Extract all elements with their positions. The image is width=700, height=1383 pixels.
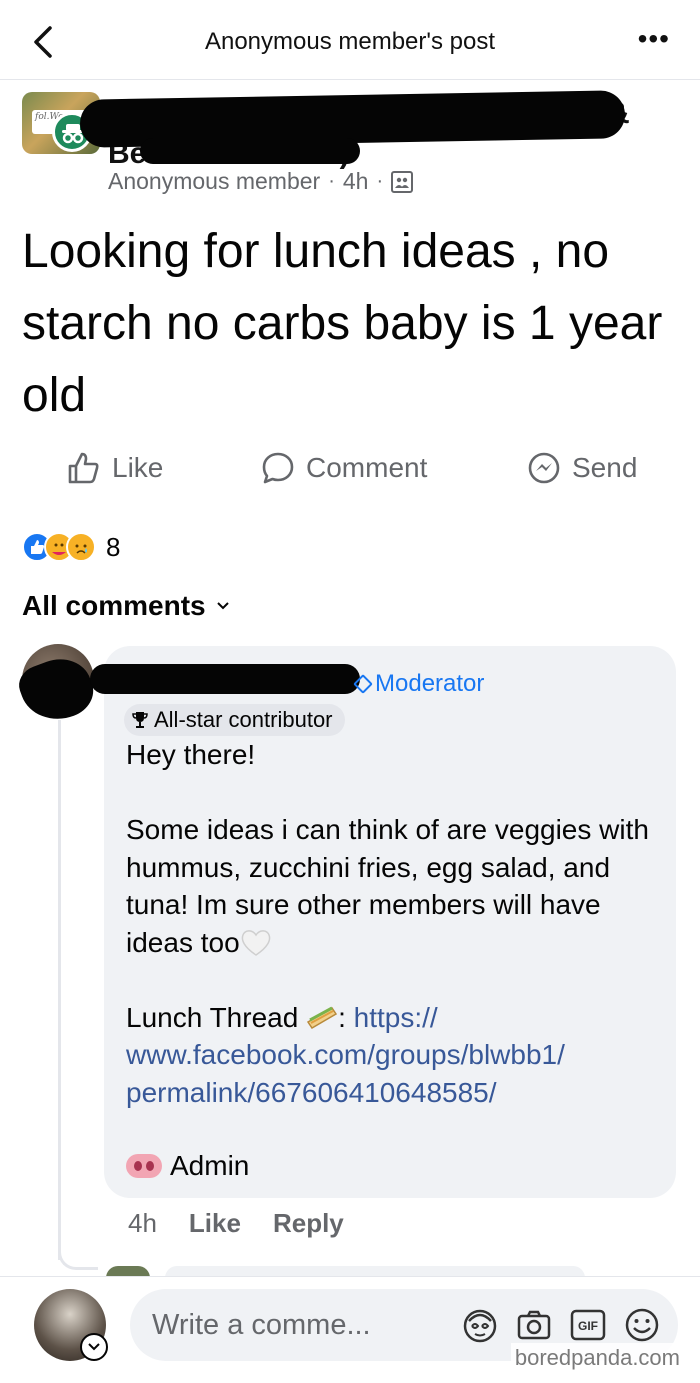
separator-dot: · <box>376 170 384 192</box>
watermark: boredpanda.com <box>510 1343 684 1373</box>
allstar-badge[interactable]: All-star contributor <box>124 704 345 736</box>
thread-curve <box>58 1250 98 1270</box>
sad-reaction-icon <box>66 532 96 562</box>
more-options-icon[interactable]: ••• <box>638 25 670 53</box>
moderator-icon <box>353 674 373 694</box>
comment-bubble-icon <box>262 452 294 484</box>
moderator-badge[interactable]: Moderator <box>353 670 485 698</box>
send-button[interactable]: Send <box>526 450 637 486</box>
top-bar: Anonymous member's post ••• <box>0 0 700 80</box>
comment-label: Comment <box>306 452 428 483</box>
comment-placeholder: Write a comme... <box>152 1309 371 1341</box>
comment-ideas: Some ideas i can think of are veggies wi… <box>126 811 666 961</box>
comment-thread: Lunch Thread : https:// www.facebook.com… <box>126 999 666 1112</box>
thumbs-up-icon <box>68 452 99 484</box>
comment-body: Hey there! Some ideas i can think of are… <box>126 736 666 1149</box>
reaction-count: 8 <box>106 531 121 562</box>
comment-meta: 4h Like Reply <box>128 1208 344 1239</box>
like-button[interactable]: Like <box>66 450 163 486</box>
moderator-label: Moderator <box>375 670 485 697</box>
redaction-mark <box>140 138 360 164</box>
signature-text: Admin <box>170 1150 250 1181</box>
comment-like-button[interactable]: Like <box>189 1208 241 1239</box>
like-label: Like <box>112 452 164 483</box>
comments-filter[interactable]: All comments <box>22 590 230 622</box>
separator-dot: · <box>328 170 335 192</box>
post-text: Looking for lunch ideas , no starch no c… <box>22 225 663 422</box>
chevron-down-icon[interactable] <box>80 1333 108 1361</box>
send-label: Send <box>572 452 638 483</box>
post-time[interactable]: 4h <box>343 168 369 195</box>
post-author[interactable]: Anonymous member <box>108 168 320 195</box>
gif-icon[interactable]: GIF <box>568 1305 608 1345</box>
comment-time[interactable]: 4h <box>128 1208 157 1239</box>
comment-button[interactable]: Comment <box>260 450 427 486</box>
trophy-icon <box>132 712 148 728</box>
sandwich-icon <box>306 1006 338 1029</box>
white-heart-icon <box>241 929 270 956</box>
reaction-summary[interactable]: 8 <box>22 530 120 564</box>
thread-colon: : <box>338 1001 354 1033</box>
emoji-icon[interactable] <box>622 1305 662 1345</box>
thread-line <box>58 720 61 1260</box>
thread-label: Lunch Thread <box>126 1001 299 1033</box>
page-title: Anonymous member's post <box>204 28 496 55</box>
messenger-icon <box>528 452 560 484</box>
chevron-down-icon <box>216 602 229 610</box>
pig-nose-icon <box>126 1154 162 1178</box>
allstar-label: All-star contributor <box>154 707 333 732</box>
post-actions: Like Comment Send <box>0 450 700 498</box>
svg-text:GIF: GIF <box>578 1319 598 1333</box>
comments-filter-label: All comments <box>22 590 206 621</box>
comment-greeting: Hey there! <box>126 739 256 770</box>
comment-reply-button[interactable]: Reply <box>273 1208 344 1239</box>
admin-signature: Admin <box>126 1150 249 1182</box>
avatar-sticker-icon[interactable] <box>460 1305 500 1345</box>
camera-icon[interactable] <box>514 1305 554 1345</box>
comment-ideas-text: Some ideas i can think of are veggies wi… <box>126 814 649 958</box>
group-privacy-icon <box>391 170 414 193</box>
redaction-mark <box>90 664 360 694</box>
post-meta: Anonymous member · 4h · <box>108 168 414 195</box>
composer-tools: GIF <box>460 1305 662 1345</box>
